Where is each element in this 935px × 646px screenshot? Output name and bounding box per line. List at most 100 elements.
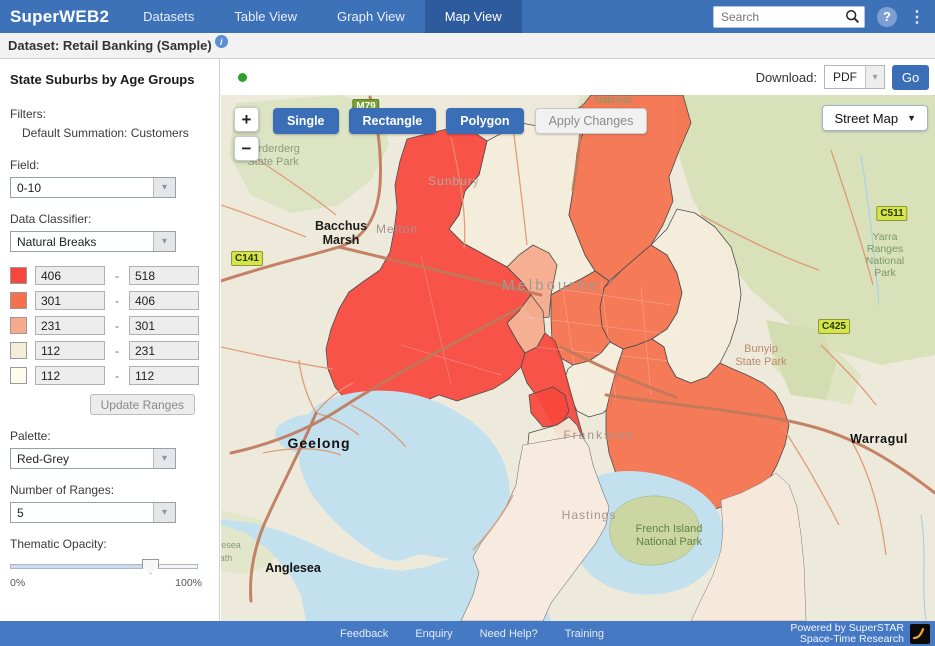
download-label: Download:: [756, 70, 817, 85]
legend-row: -: [10, 316, 209, 335]
map-options-sidebar: State Suburbs by Age Groups Filters: Def…: [0, 59, 220, 621]
download-go-button[interactable]: Go: [892, 65, 929, 90]
zoom-out-button[interactable]: −: [234, 136, 259, 161]
download-format-value: PDF: [825, 70, 865, 84]
range-to-input[interactable]: [129, 266, 199, 285]
search-icon[interactable]: [845, 9, 860, 29]
legend-color-swatch: [10, 342, 27, 359]
slider-handle[interactable]: [142, 559, 159, 574]
dataset-title: Dataset: Retail Banking (Sample): [8, 38, 212, 53]
chevron-down-icon: ▼: [907, 113, 916, 123]
ranges-select-value: 5: [11, 506, 153, 520]
opacity-label: Thematic Opacity:: [10, 537, 209, 551]
overflow-menu-icon[interactable]: ⋮: [909, 7, 925, 27]
main-nav: Datasets Table View Graph View Map View: [123, 0, 521, 33]
range-separator: -: [105, 294, 129, 308]
range-from-input[interactable]: [35, 316, 105, 335]
classifier-select[interactable]: Natural Breaks ▾: [10, 231, 176, 252]
training-link[interactable]: Training: [565, 628, 604, 640]
slider-track[interactable]: [10, 564, 198, 569]
map-toolbar: Download: PDF ▾ Go: [221, 59, 935, 95]
field-select-value: 0-10: [11, 181, 153, 195]
legend-color-swatch: [10, 317, 27, 334]
basemap-select[interactable]: Street Map ▼: [822, 105, 928, 131]
rectangle-select-button[interactable]: Rectangle: [349, 108, 437, 134]
search-input[interactable]: [713, 6, 865, 28]
footer-bar: Feedback Enquiry Need Help? Training Pow…: [0, 621, 935, 646]
single-select-button[interactable]: Single: [273, 108, 339, 134]
field-label: Field:: [10, 158, 209, 172]
need-help-link[interactable]: Need Help?: [480, 628, 538, 640]
polygon-select-button[interactable]: Polygon: [446, 108, 523, 134]
superstar-logo: [910, 624, 930, 644]
chevron-down-icon: ▾: [865, 66, 884, 88]
enquiry-link[interactable]: Enquiry: [415, 628, 452, 640]
range-separator: -: [105, 319, 129, 333]
range-from-input[interactable]: [35, 366, 105, 385]
powered-line2: Space-Time Research: [790, 634, 904, 645]
ranges-select[interactable]: 5 ▾: [10, 502, 176, 523]
chevron-down-icon: ▾: [153, 503, 175, 522]
classifier-select-value: Natural Breaks: [11, 235, 153, 249]
range-to-input[interactable]: [129, 291, 199, 310]
update-ranges-button[interactable]: Update Ranges: [90, 394, 195, 415]
map-canvas[interactable]: National ParkLerderderg State ParkSunbur…: [221, 95, 935, 621]
chevron-down-icon: ▾: [153, 232, 175, 251]
legend-color-swatch: [10, 292, 27, 309]
palette-label: Palette:: [10, 429, 209, 443]
dataset-bar: Dataset: Retail Banking (Sample) i: [0, 33, 935, 59]
range-from-input[interactable]: [35, 291, 105, 310]
range-from-input[interactable]: [35, 341, 105, 360]
powered-line1: Powered by SuperSTAR: [790, 623, 904, 634]
search-box: [713, 6, 865, 28]
slider-labels: 0% 100%: [10, 577, 202, 589]
selection-toolbar: Single Rectangle Polygon Apply Changes: [273, 108, 647, 134]
opacity-min-label: 0%: [10, 577, 25, 589]
basemap-value: Street Map: [834, 111, 898, 126]
classifier-label: Data Classifier:: [10, 212, 209, 226]
zoom-control: + −: [234, 107, 259, 165]
palette-select[interactable]: Red-Grey ▾: [10, 448, 176, 469]
ranges-label: Number of Ranges:: [10, 483, 209, 497]
page-title: State Suburbs by Age Groups: [10, 72, 209, 87]
legend-color-swatch: [10, 267, 27, 284]
range-separator: -: [105, 344, 129, 358]
default-summation: Default Summation: Customers: [22, 126, 209, 140]
palette-select-value: Red-Grey: [11, 452, 153, 466]
thematic-opacity-slider[interactable]: [10, 559, 198, 575]
info-icon[interactable]: i: [215, 35, 228, 48]
chevron-down-icon: ▾: [153, 178, 175, 197]
legend-color-swatch: [10, 367, 27, 384]
range-to-input[interactable]: [129, 366, 199, 385]
footer-links: Feedback Enquiry Need Help? Training: [340, 628, 604, 640]
zoom-in-button[interactable]: +: [234, 107, 259, 132]
opacity-max-label: 100%: [175, 577, 202, 589]
map-panel: Download: PDF ▾ Go: [221, 59, 935, 621]
app-logo: SuperWEB2: [0, 0, 123, 33]
legend-row: -: [10, 291, 209, 310]
apply-changes-button[interactable]: Apply Changes: [535, 108, 648, 134]
range-to-input[interactable]: [129, 341, 199, 360]
range-legend: - - - -: [10, 266, 209, 415]
legend-row: -: [10, 266, 209, 285]
map-graphic: [221, 95, 935, 621]
legend-row: -: [10, 341, 209, 360]
feedback-link[interactable]: Feedback: [340, 628, 388, 640]
range-to-input[interactable]: [129, 316, 199, 335]
tab-graph-view[interactable]: Graph View: [317, 0, 425, 33]
navbar-right: ? ⋮: [713, 0, 935, 33]
filters-label: Filters:: [10, 107, 209, 121]
chevron-down-icon: ▾: [153, 449, 175, 468]
superweb2-app: SuperWEB2 Datasets Table View Graph View…: [0, 0, 935, 646]
range-separator: -: [105, 269, 129, 283]
range-from-input[interactable]: [35, 266, 105, 285]
powered-by: Powered by SuperSTAR Space-Time Research: [790, 623, 935, 645]
help-icon[interactable]: ?: [877, 7, 897, 27]
top-navbar: SuperWEB2 Datasets Table View Graph View…: [0, 0, 935, 33]
download-format-select[interactable]: PDF ▾: [824, 65, 885, 89]
tab-map-view[interactable]: Map View: [425, 0, 522, 33]
tab-table-view[interactable]: Table View: [214, 0, 317, 33]
tab-datasets[interactable]: Datasets: [123, 0, 214, 33]
field-select[interactable]: 0-10 ▾: [10, 177, 176, 198]
legend-row: -: [10, 366, 209, 385]
